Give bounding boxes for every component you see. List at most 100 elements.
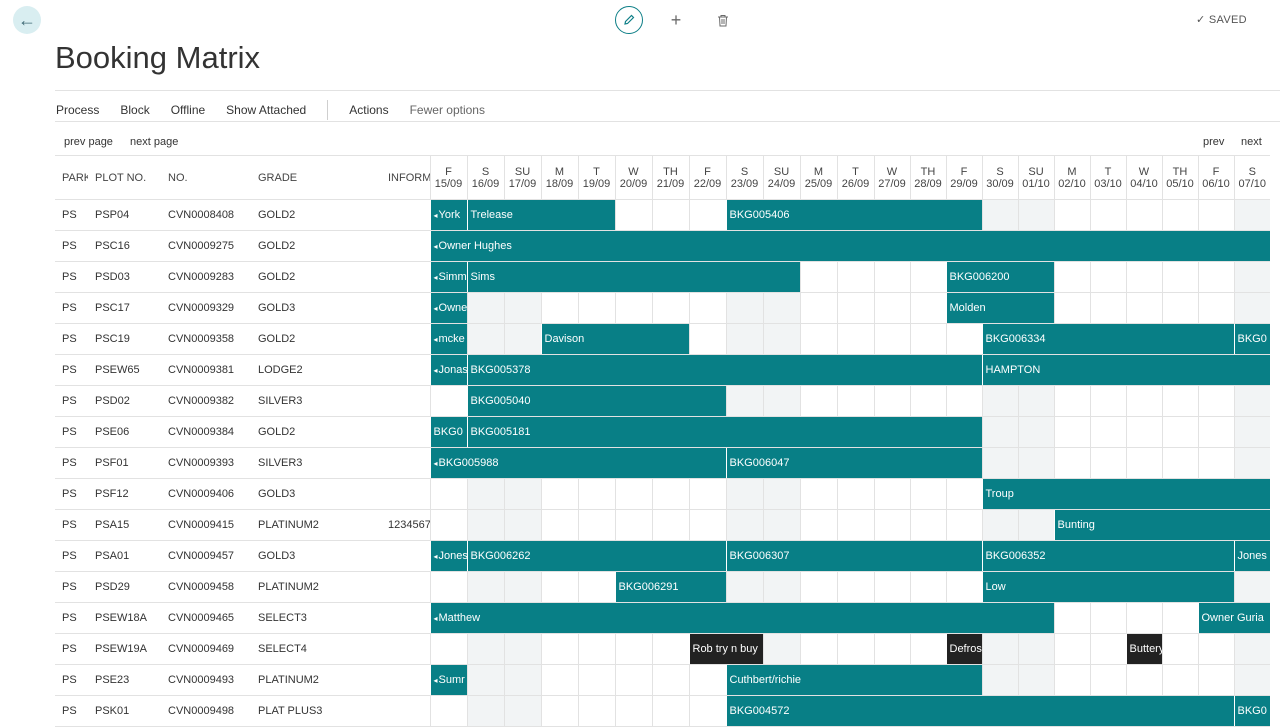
day-cell[interactable] <box>577 292 615 324</box>
booking-block[interactable]: Molden <box>945 292 1054 324</box>
day-cell[interactable] <box>873 478 910 510</box>
day-cell[interactable] <box>836 323 874 355</box>
booking-block[interactable]: BKG005181 <box>466 416 982 448</box>
booking-block[interactable]: BKG0 <box>429 416 467 448</box>
day-cell[interactable] <box>799 478 837 510</box>
booking-block[interactable]: Bunting <box>1053 509 1270 541</box>
next-link[interactable]: next <box>1241 136 1262 148</box>
day-cell[interactable] <box>873 323 910 355</box>
day-cell[interactable] <box>873 385 910 417</box>
day-cell[interactable] <box>1197 261 1234 293</box>
day-cell[interactable] <box>1161 199 1198 231</box>
day-cell[interactable] <box>1053 261 1090 293</box>
booking-block[interactable]: Defros <box>945 633 982 665</box>
prev-link[interactable]: prev <box>1203 136 1224 148</box>
table-row[interactable]: PSPSC19CVN0009358GOLD2 mcke Davison BKG0063… <box>55 323 1270 355</box>
action-process[interactable]: Process <box>56 103 99 117</box>
table-row[interactable]: PS PSE06 CVN0009384 GOLD2 BKG0 BKG005181 <box>55 416 1270 448</box>
day-cell[interactable] <box>503 323 541 355</box>
col-header-park[interactable]: PARK <box>55 155 88 200</box>
day-cell[interactable] <box>503 571 541 603</box>
booking-block[interactable]: Buttery <box>1125 633 1162 665</box>
day-cell[interactable] <box>577 664 615 696</box>
day-cell[interactable] <box>799 261 837 293</box>
day-cell[interactable] <box>836 633 874 665</box>
day-cell[interactable] <box>1233 664 1270 696</box>
next-page-link[interactable]: next page <box>130 136 178 148</box>
day-cell[interactable] <box>540 509 578 541</box>
col-header-plot[interactable]: PLOT NO. <box>88 155 161 200</box>
booking-block[interactable]: York <box>429 199 467 231</box>
day-cell[interactable] <box>1089 447 1126 479</box>
day-cell[interactable] <box>1089 416 1126 448</box>
table-row[interactable]: PSPSC17CVN0009329GOLD3 Owne Molden <box>55 292 1270 324</box>
day-cell[interactable] <box>540 664 578 696</box>
back-button[interactable]: ← <box>13 6 41 34</box>
day-cell[interactable] <box>1125 261 1162 293</box>
day-cell[interactable] <box>762 323 800 355</box>
day-cell[interactable] <box>1017 664 1054 696</box>
day-cell[interactable] <box>1161 292 1198 324</box>
day-cell[interactable] <box>540 633 578 665</box>
day-cell[interactable] <box>540 695 578 727</box>
table-row[interactable]: PS PSD29 CVN0009458 PLATINUM2 BKG006291 Low <box>55 571 1270 603</box>
day-cell[interactable] <box>981 385 1018 417</box>
booking-block[interactable]: BKG0 <box>1233 323 1270 355</box>
day-cell[interactable] <box>873 509 910 541</box>
day-cell[interactable] <box>1161 261 1198 293</box>
booking-block[interactable]: Davison <box>540 323 689 355</box>
booking-block[interactable]: Jonas <box>429 354 467 386</box>
day-cell[interactable] <box>503 292 541 324</box>
day-cell[interactable] <box>614 633 652 665</box>
booking-block[interactable]: Trelease <box>466 199 615 231</box>
day-cell[interactable] <box>1233 261 1270 293</box>
day-cell[interactable] <box>725 292 763 324</box>
day-cell[interactable] <box>981 664 1018 696</box>
day-cell[interactable] <box>762 571 800 603</box>
day-cell[interactable] <box>836 509 874 541</box>
booking-block[interactable]: BKG006200 <box>945 261 1054 293</box>
day-cell[interactable] <box>762 385 800 417</box>
booking-block[interactable]: Sumr <box>429 664 467 696</box>
day-cell[interactable] <box>429 633 467 665</box>
day-cell[interactable] <box>1197 633 1234 665</box>
day-cell[interactable] <box>429 385 467 417</box>
day-cell[interactable] <box>799 292 837 324</box>
day-cell[interactable] <box>1125 292 1162 324</box>
day-cell[interactable] <box>909 478 946 510</box>
day-cell[interactable] <box>909 292 946 324</box>
day-cell[interactable] <box>466 633 504 665</box>
day-cell[interactable] <box>503 633 541 665</box>
day-cell[interactable] <box>945 571 982 603</box>
day-cell[interactable] <box>1053 664 1090 696</box>
day-cell[interactable] <box>725 478 763 510</box>
day-cell[interactable] <box>1125 602 1162 634</box>
col-header-inform[interactable]: INFORM <box>381 155 430 200</box>
day-cell[interactable] <box>540 292 578 324</box>
day-cell[interactable] <box>614 478 652 510</box>
day-cell[interactable] <box>466 695 504 727</box>
action-show-attached[interactable]: Show Attached <box>226 103 306 117</box>
day-cell[interactable] <box>577 571 615 603</box>
booking-block[interactable]: BKG006334 <box>981 323 1234 355</box>
booking-block[interactable]: Troup <box>981 478 1270 510</box>
day-cell[interactable] <box>429 478 467 510</box>
day-cell[interactable] <box>651 478 689 510</box>
day-cell[interactable] <box>466 323 504 355</box>
day-cell[interactable] <box>1233 571 1270 603</box>
table-row[interactable]: PS PSD02 CVN0009382 SILVER3 BKG005040 <box>55 385 1270 417</box>
day-cell[interactable] <box>1017 447 1054 479</box>
day-cell[interactable] <box>1233 416 1270 448</box>
day-cell[interactable] <box>981 509 1018 541</box>
table-row[interactable]: PS PSF12 CVN0009406 GOLD3 Troup <box>55 478 1270 510</box>
day-cell[interactable] <box>725 323 763 355</box>
day-cell[interactable] <box>799 571 837 603</box>
day-cell[interactable] <box>1197 385 1234 417</box>
day-cell[interactable] <box>873 292 910 324</box>
day-cell[interactable] <box>466 292 504 324</box>
day-cell[interactable] <box>909 261 946 293</box>
day-cell[interactable] <box>1089 292 1126 324</box>
booking-block[interactable]: Owne <box>429 292 467 324</box>
day-cell[interactable] <box>909 385 946 417</box>
day-cell[interactable] <box>651 695 689 727</box>
